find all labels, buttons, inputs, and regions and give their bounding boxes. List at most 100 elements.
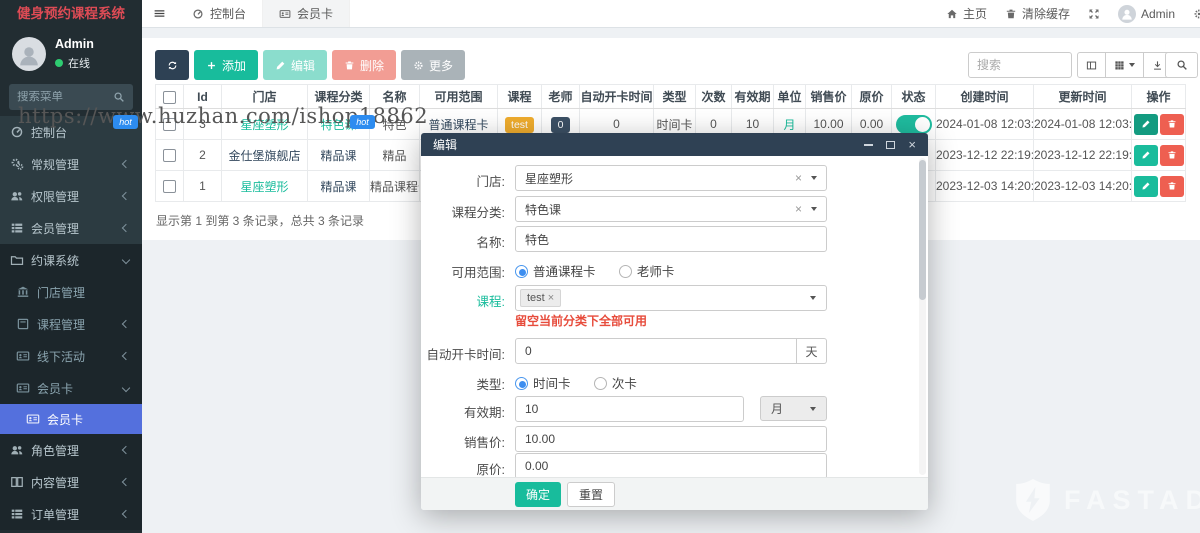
sidebar-item-members[interactable]: 会员管理 (0, 212, 142, 244)
folder-icon (10, 253, 24, 267)
chevron-left-icon (121, 445, 131, 455)
pencil-icon (1141, 181, 1151, 191)
sidebar-item-dashboard[interactable]: 控制台 (0, 116, 142, 148)
close-icon[interactable]: × (908, 138, 916, 151)
caret-down-icon (810, 406, 816, 411)
validity-unit-select[interactable]: 月 (760, 396, 827, 421)
minimize-icon[interactable] (864, 143, 874, 146)
columns-icon (10, 475, 24, 489)
clear-cache-link[interactable]: 清除缓存 (1005, 5, 1070, 22)
settings-button[interactable] (1193, 8, 1200, 20)
scope-label: 可用范围: (451, 266, 505, 280)
category-select[interactable]: 特色课 × (515, 196, 827, 222)
original-price-input[interactable] (515, 453, 827, 477)
user-name: Admin (55, 37, 94, 51)
top-navbar: 控制台 会员卡 主页 清除缓存 Admin (142, 0, 1200, 28)
store-label: 门店: (476, 175, 505, 189)
scope-radio-teacher[interactable] (618, 265, 632, 278)
status-toggle[interactable] (895, 114, 932, 134)
sidebar-item-booking-system[interactable]: 约课系统 (0, 244, 142, 276)
auto-open-input[interactable] (515, 338, 797, 364)
refresh-icon (167, 60, 178, 71)
scrollbar-thumb[interactable] (919, 160, 926, 300)
course-multiselect[interactable]: test × (515, 285, 827, 311)
scope-radio-normal[interactable] (515, 265, 528, 278)
row-checkbox[interactable] (163, 149, 176, 163)
confirm-button[interactable]: 确定 (515, 481, 562, 507)
sidebar-item-member-card-parent[interactable]: 会员卡 (0, 372, 142, 404)
card-icon (16, 349, 30, 363)
sidebar-item-offline-activity[interactable]: 线下活动 (0, 340, 142, 372)
name-label: 名称: (476, 236, 505, 250)
remove-tag-icon[interactable]: × (548, 292, 554, 304)
price-input[interactable] (515, 426, 827, 452)
type-radio-times[interactable] (593, 377, 607, 390)
sidebar-item-general[interactable]: 常规管理 (0, 148, 142, 180)
reset-button[interactable]: 重置 (567, 481, 616, 507)
store-link[interactable]: 星座塑形 (240, 180, 288, 194)
menu-search-input[interactable] (17, 91, 113, 103)
original-price-label: 原价: (476, 463, 505, 477)
modal-header[interactable]: 编辑 × (421, 133, 928, 156)
select-all-checkbox[interactable] (163, 90, 176, 104)
sidebar-item-stores[interactable]: 门店管理 (0, 276, 142, 308)
sidebar-item-content[interactable]: 内容管理 (0, 466, 142, 498)
pencil-icon (1141, 150, 1151, 160)
row-delete-button[interactable] (1159, 144, 1184, 166)
toolbar: 添加 编辑 删除 更多 (155, 50, 466, 80)
online-dot (55, 59, 63, 67)
sidebar-item-courses[interactable]: 课程管理 (0, 308, 142, 340)
fullscreen-button[interactable] (1088, 8, 1100, 20)
course-label: 课程: (476, 295, 505, 309)
row-edit-button[interactable] (1133, 175, 1158, 197)
chevron-left-icon (121, 159, 131, 169)
add-button[interactable]: 添加 (194, 50, 259, 80)
tab-dashboard[interactable]: 控制台 (176, 0, 264, 27)
search-icon (1176, 59, 1188, 71)
refresh-button[interactable] (155, 50, 189, 80)
chevron-down-icon (121, 255, 131, 265)
maximize-icon[interactable] (886, 140, 896, 149)
store-link[interactable]: 星座塑形 (240, 118, 288, 132)
search-button[interactable] (1165, 52, 1198, 78)
grid-icon (1114, 60, 1125, 71)
clear-icon[interactable]: × (795, 171, 811, 185)
sidebar-item-member-card[interactable]: 会员卡 (0, 404, 142, 434)
sidebar-toggle-button[interactable] (142, 0, 176, 27)
type-label: 类型: (476, 378, 505, 392)
edit-button[interactable]: 编辑 (263, 50, 328, 80)
caret-down-icon (1129, 63, 1135, 67)
name-input[interactable] (515, 226, 827, 252)
chevron-down-icon (121, 383, 131, 393)
home-link[interactable]: 主页 (946, 5, 987, 22)
gauge-icon (192, 8, 204, 20)
trash-icon (1167, 181, 1177, 191)
clear-icon[interactable]: × (795, 202, 811, 216)
row-delete-button[interactable] (1159, 175, 1184, 197)
menu-search (9, 84, 133, 110)
sidebar-item-roles[interactable]: 角色管理 (0, 434, 142, 466)
store-select[interactable]: 星座塑形 × (515, 165, 827, 191)
row-delete-button[interactable] (1159, 113, 1184, 135)
sidebar-item-orders[interactable]: 订单管理 (0, 498, 142, 530)
modal-title: 编辑 (433, 138, 458, 152)
row-checkbox[interactable] (163, 118, 176, 132)
modal-footer: 确定 重置 (421, 477, 928, 510)
row-edit-button[interactable] (1133, 113, 1158, 135)
category-link[interactable]: 特色课 (320, 118, 356, 132)
user-menu[interactable]: Admin (1117, 4, 1175, 23)
delete-button[interactable]: 删除 (332, 50, 397, 80)
columns-dropdown-button[interactable] (1106, 52, 1144, 78)
toggle-panel-button[interactable] (1077, 52, 1106, 78)
more-button[interactable]: 更多 (401, 50, 466, 80)
auto-open-label: 自动开卡时间: (426, 348, 505, 362)
course-tag[interactable]: test × (520, 289, 562, 307)
validity-input[interactable] (515, 396, 744, 422)
row-edit-button[interactable] (1133, 144, 1158, 166)
sidebar-item-auth[interactable]: 权限管理 (0, 180, 142, 212)
row-checkbox[interactable] (163, 180, 176, 194)
book-icon (16, 317, 30, 331)
table-search-input[interactable] (968, 52, 1072, 78)
type-radio-time[interactable] (515, 377, 528, 390)
tab-member-card[interactable]: 会员卡 (263, 0, 351, 27)
